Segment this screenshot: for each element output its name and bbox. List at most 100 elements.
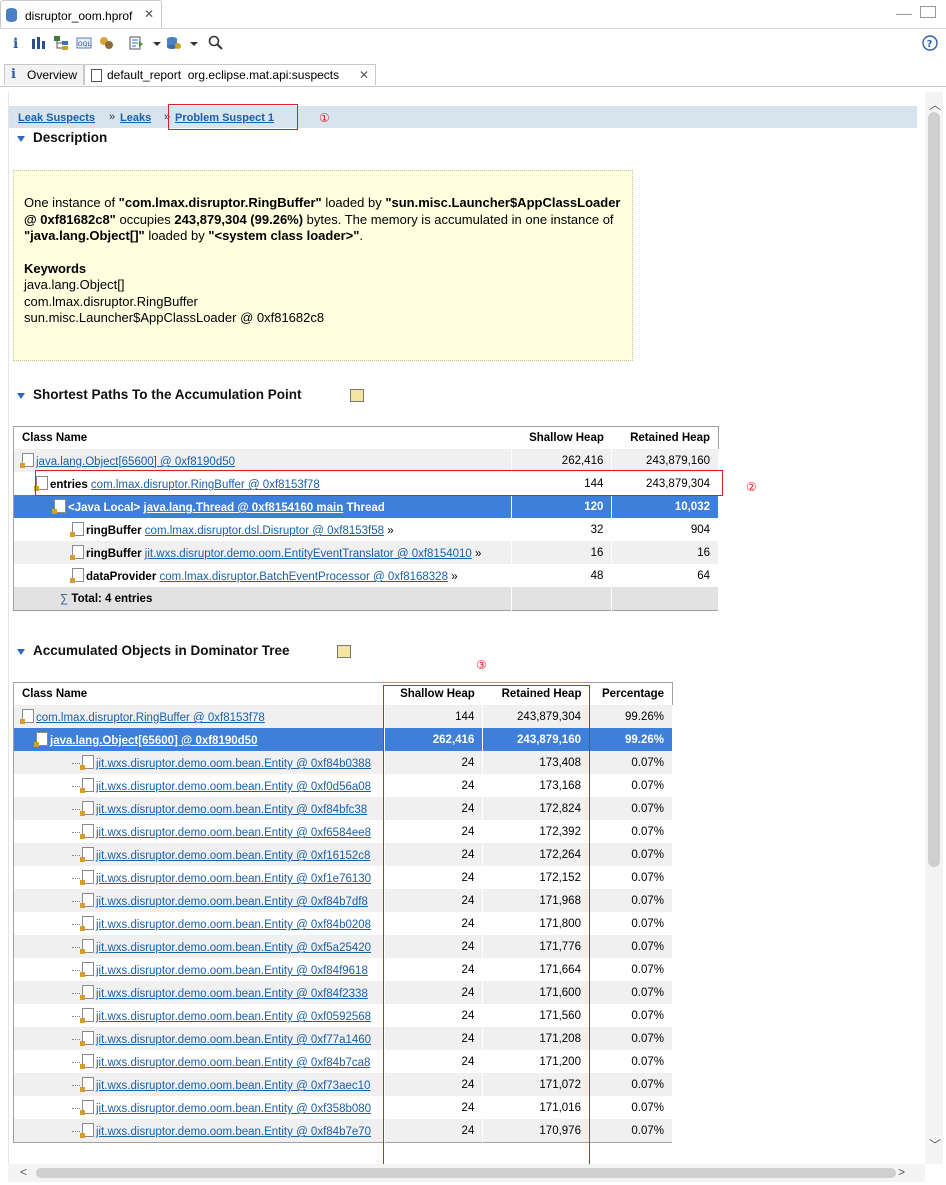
scrollbar-thumb[interactable] [928,112,940,867]
object-link[interactable]: jit.wxs.disruptor.demo.oom.EntityEventTr… [145,548,472,560]
query-browser-icon[interactable] [166,35,182,51]
histogram-icon[interactable] [30,35,46,51]
table-row[interactable]: jit.wxs.disruptor.demo.oom.bean.Entity @… [13,1027,674,1050]
table-row-selected[interactable]: java.lang.Object[65600] @ 0xf8190d50 262,… [13,728,674,751]
object-link[interactable]: com.lmax.disruptor.RingBuffer @ 0xf8153f… [36,712,265,724]
table-row[interactable]: ringBuffer com.lmax.disruptor.dsl.Disrup… [13,518,719,541]
table-row[interactable]: jit.wxs.disruptor.demo.oom.bean.Entity @… [13,958,674,981]
table-row[interactable]: entries com.lmax.disruptor.RingBuffer @ … [13,472,719,495]
scroll-up-icon[interactable]: ︿ [929,96,941,113]
object-link[interactable]: java.lang.Thread @ 0xf8154160 main [143,502,343,514]
close-icon[interactable]: ✕ [144,7,154,21]
retained-heap: 170,976 [482,1119,590,1143]
close-icon[interactable]: ✕ [359,65,369,85]
run-report-icon[interactable] [128,35,144,51]
breadcrumb-leaks[interactable]: Leaks [120,112,151,124]
total-label: Total: 4 entries [71,592,153,605]
column-header[interactable]: Class Name [13,682,385,705]
table-row[interactable]: jit.wxs.disruptor.demo.oom.bean.Entity @… [13,889,674,912]
thread-overview-icon[interactable] [98,35,114,51]
sum-icon: ∑ [60,592,69,605]
scrollbar-thumb[interactable] [36,1168,896,1178]
object-link[interactable]: com.lmax.disruptor.dsl.Disruptor @ 0xf81… [145,525,384,537]
dominator-tree-icon[interactable] [53,35,69,51]
column-header[interactable]: Shallow Heap [511,426,612,449]
object-link[interactable]: jit.wxs.disruptor.demo.oom.bean.Entity @… [96,896,368,908]
column-header[interactable]: Shallow Heap [384,682,483,705]
table-row[interactable]: jit.wxs.disruptor.demo.oom.bean.Entity @… [13,1096,674,1119]
open-in-view-icon[interactable] [337,645,351,658]
object-link[interactable]: jit.wxs.disruptor.demo.oom.bean.Entity @… [96,988,368,1000]
table-row[interactable]: com.lmax.disruptor.RingBuffer @ 0xf8153f… [13,705,674,728]
info-icon[interactable]: i [8,35,24,52]
table-row[interactable]: jit.wxs.disruptor.demo.oom.bean.Entity @… [13,774,674,797]
open-in-view-icon[interactable] [350,389,364,402]
chevron-down-icon[interactable] [186,35,198,51]
object-link[interactable]: jit.wxs.disruptor.demo.oom.bean.Entity @… [96,1011,371,1023]
scroll-left-icon[interactable]: < [20,1165,27,1179]
shallow-heap: 24 [384,797,484,820]
object-link[interactable]: jit.wxs.disruptor.demo.oom.bean.Entity @… [96,1126,371,1138]
object-link[interactable]: java.lang.Object[65600] @ 0xf8190d50 [36,456,235,468]
collapse-triangle-icon[interactable] [17,649,25,655]
vertical-scrollbar[interactable]: ︿ ﹀ [925,92,943,1164]
table-row[interactable]: jit.wxs.disruptor.demo.oom.bean.Entity @… [13,1004,674,1027]
horizontal-scrollbar[interactable]: < > [8,1164,925,1182]
table-row[interactable]: jit.wxs.disruptor.demo.oom.bean.Entity @… [13,866,674,889]
expand-chevron[interactable]: » [475,548,481,560]
chevron-down-icon[interactable] [149,35,161,51]
table-row-selected[interactable]: <Java Local> java.lang.Thread @ 0xf81541… [13,495,719,518]
object-link[interactable]: jit.wxs.disruptor.demo.oom.bean.Entity @… [96,804,367,816]
object-link[interactable]: jit.wxs.disruptor.demo.oom.bean.Entity @… [96,919,371,931]
table-row[interactable]: jit.wxs.disruptor.demo.oom.bean.Entity @… [13,981,674,1004]
shallow-heap: 24 [384,889,484,912]
table-row[interactable]: jit.wxs.disruptor.demo.oom.bean.Entity @… [13,912,674,935]
column-header[interactable]: Class Name [13,426,512,449]
tab-overview[interactable]: i Overview [4,64,84,85]
table-row[interactable]: jit.wxs.disruptor.demo.oom.bean.Entity @… [13,1119,674,1143]
object-link[interactable]: jit.wxs.disruptor.demo.oom.bean.Entity @… [96,873,371,885]
search-icon[interactable] [208,35,224,51]
editor-tab[interactable]: disruptor_oom.hprof ✕ [0,0,162,29]
tab-default-report[interactable]: default_report org.eclipse.mat.api:suspe… [84,64,376,85]
object-link[interactable]: jit.wxs.disruptor.demo.oom.bean.Entity @… [96,758,371,770]
oql-icon[interactable]: OQL [76,35,92,51]
table-row[interactable]: jit.wxs.disruptor.demo.oom.bean.Entity @… [13,751,674,774]
maximize-icon[interactable] [920,6,936,18]
table-row[interactable]: jit.wxs.disruptor.demo.oom.bean.Entity @… [13,797,674,820]
table-row[interactable]: ringBuffer jit.wxs.disruptor.demo.oom.En… [13,541,719,564]
table-row[interactable]: jit.wxs.disruptor.demo.oom.bean.Entity @… [13,935,674,958]
table-row[interactable]: jit.wxs.disruptor.demo.oom.bean.Entity @… [13,820,674,843]
object-link[interactable]: jit.wxs.disruptor.demo.oom.bean.Entity @… [96,942,371,954]
collapse-triangle-icon[interactable] [17,393,25,399]
scroll-right-icon[interactable]: > [898,1165,905,1179]
scroll-down-icon[interactable]: ﹀ [929,1136,941,1153]
column-header[interactable]: Retained Heap [611,426,719,449]
object-link[interactable]: com.lmax.disruptor.BatchEventProcessor @… [160,571,448,583]
object-link[interactable]: jit.wxs.disruptor.demo.oom.bean.Entity @… [96,1034,371,1046]
object-link[interactable]: jit.wxs.disruptor.demo.oom.bean.Entity @… [96,1080,370,1092]
table-row[interactable]: dataProvider com.lmax.disruptor.BatchEve… [13,564,719,587]
object-link[interactable]: jit.wxs.disruptor.demo.oom.bean.Entity @… [96,850,370,862]
table-row[interactable]: java.lang.Object[65600] @ 0xf8190d50 262… [13,449,719,472]
object-link[interactable]: jit.wxs.disruptor.demo.oom.bean.Entity @… [96,827,371,839]
minimize-icon[interactable] [896,13,912,17]
tree-connector [72,809,80,811]
breadcrumb-problem-suspect[interactable]: Problem Suspect 1 [175,112,274,124]
column-header[interactable]: Percentage [589,682,673,705]
expand-chevron[interactable]: » [387,525,393,537]
breadcrumb-leak-suspects[interactable]: Leak Suspects [18,112,95,124]
object-link[interactable]: jit.wxs.disruptor.demo.oom.bean.Entity @… [96,781,371,793]
expand-chevron[interactable]: » [451,571,457,583]
collapse-triangle-icon[interactable] [17,136,25,142]
table-row[interactable]: jit.wxs.disruptor.demo.oom.bean.Entity @… [13,1073,674,1096]
object-link[interactable]: com.lmax.disruptor.RingBuffer @ 0xf8153f… [91,479,320,491]
object-link[interactable]: java.lang.Object[65600] @ 0xf8190d50 [50,735,257,747]
help-icon[interactable]: ? [922,35,938,51]
table-row[interactable]: jit.wxs.disruptor.demo.oom.bean.Entity @… [13,843,674,866]
object-link[interactable]: jit.wxs.disruptor.demo.oom.bean.Entity @… [96,965,368,977]
object-link[interactable]: jit.wxs.disruptor.demo.oom.bean.Entity @… [96,1057,370,1069]
column-header[interactable]: Retained Heap [482,682,590,705]
object-link[interactable]: jit.wxs.disruptor.demo.oom.bean.Entity @… [96,1103,371,1115]
table-row[interactable]: jit.wxs.disruptor.demo.oom.bean.Entity @… [13,1050,674,1073]
